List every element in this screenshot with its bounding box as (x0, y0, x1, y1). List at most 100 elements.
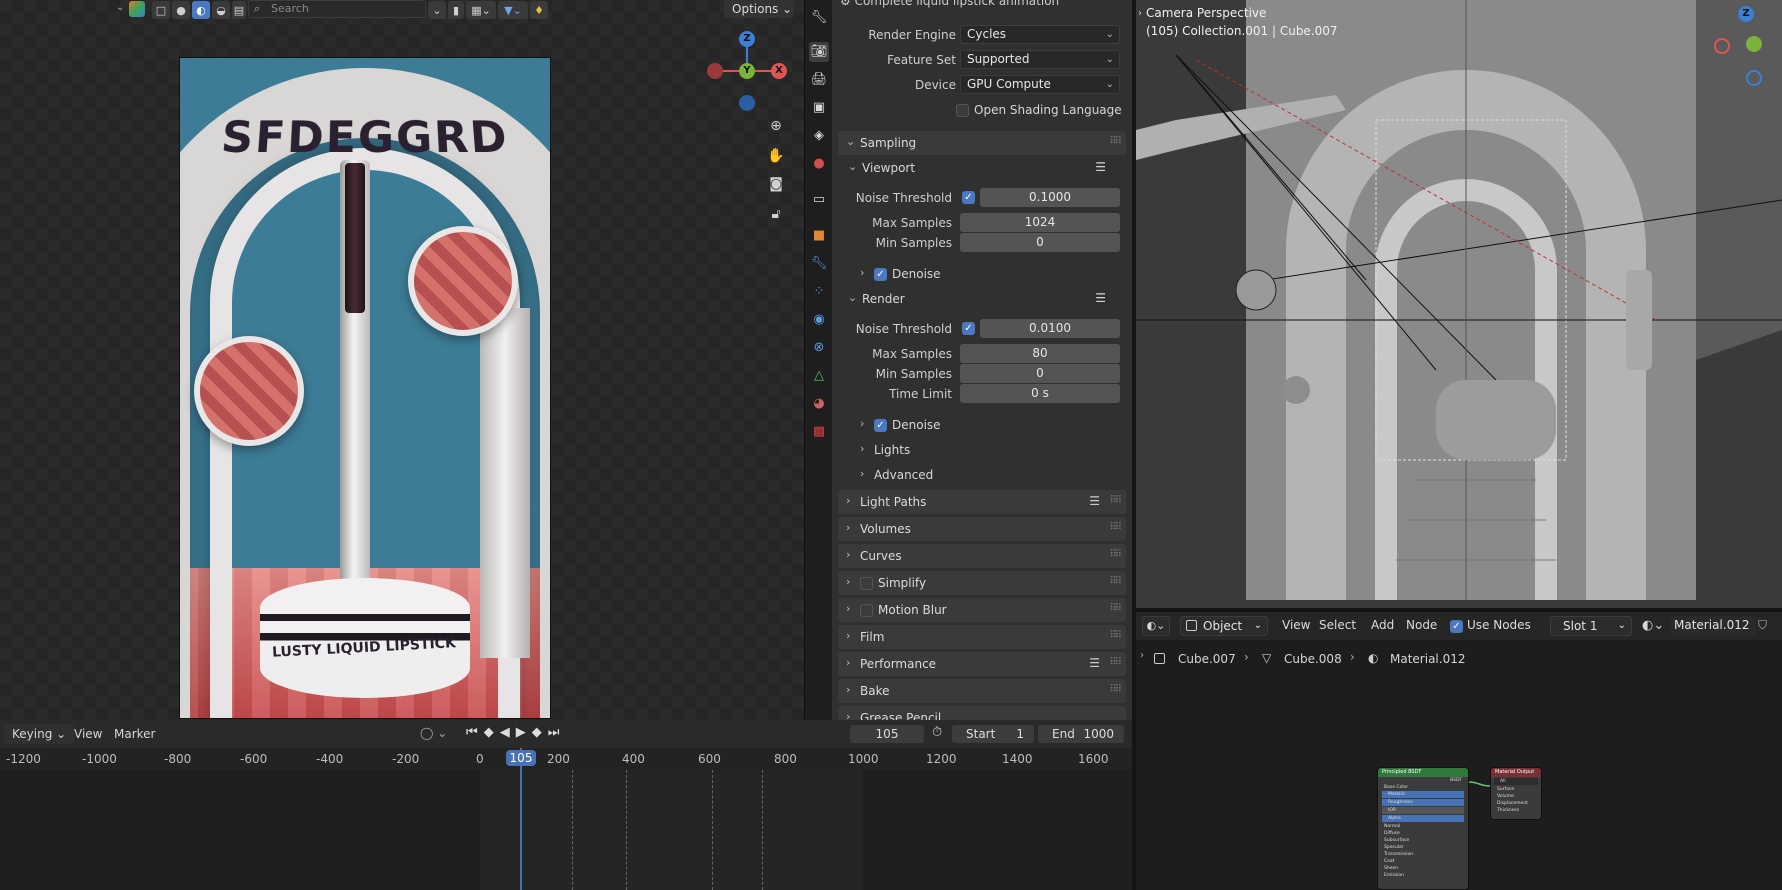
extra-icon[interactable]: ▤ (232, 1, 246, 19)
motion-blur-panel[interactable]: › Motion Blur ⠿⠿ (838, 598, 1126, 622)
node-panel[interactable]: Emission (1378, 872, 1468, 879)
chevron-right-icon[interactable]: › (1140, 650, 1144, 661)
viewport-subpanel-header[interactable]: ⌄ Viewport ☰ (838, 157, 1126, 179)
performance-panel[interactable]: › Performance ☰ ⠿⠿ (838, 652, 1126, 676)
editor-type-icon[interactable]: ◐⌄ (1142, 616, 1170, 636)
node-target-dropdown[interactable]: All (1494, 778, 1538, 785)
node-panel[interactable]: Transmission (1378, 851, 1468, 858)
node-panel[interactable]: Sheen (1378, 865, 1468, 872)
gizmo-neg-x-icon[interactable] (1714, 38, 1730, 54)
time-limit-field[interactable]: 0 s (960, 384, 1120, 403)
scene-tab-icon[interactable]: ◈ (809, 126, 829, 146)
drag-handle-icon[interactable]: ⠿⠿ (1109, 684, 1122, 695)
tool-tab-icon[interactable]: 🔧︎ (809, 8, 829, 28)
render-denoise-subpanel[interactable]: › ✓ Denoise (838, 414, 1126, 436)
lock-icon[interactable]: 🔓︎ (766, 204, 786, 224)
gizmo-y-icon[interactable]: Y (739, 63, 755, 79)
search-input[interactable]: Search (248, 0, 426, 18)
preset-list-icon[interactable]: ☰ (1095, 291, 1106, 305)
node-socket[interactable]: Volume (1491, 793, 1541, 800)
sampling-panel-header[interactable]: ⌄ Sampling ⠿⠿ (838, 131, 1126, 155)
render-subpanel-header[interactable]: ⌄ Render ☰ (838, 288, 1126, 310)
menu-view[interactable]: View (1282, 618, 1310, 632)
gizmo-neg-z-icon[interactable] (739, 95, 755, 111)
motion-blur-checkbox[interactable] (860, 604, 873, 617)
lights-subpanel[interactable]: › Lights (838, 439, 1126, 461)
material-name-field[interactable]: Material.012 (1670, 616, 1756, 636)
gizmo-neg-x-icon[interactable] (707, 63, 723, 79)
breadcrumb-mesh[interactable]: Cube.008 (1284, 652, 1342, 666)
node-socket[interactable]: Metallic (1382, 791, 1464, 798)
simplify-panel[interactable]: › Simplify ⠿⠿ (838, 571, 1126, 595)
simplify-checkbox[interactable] (860, 577, 873, 590)
use-nodes-checkbox[interactable]: ✓ (1450, 620, 1463, 633)
drag-handle-icon[interactable]: ⠿⠿ (1109, 549, 1122, 560)
volumes-panel[interactable]: › Volumes ⠿⠿ (838, 517, 1126, 541)
filter-dropdown-icon[interactable]: ⌄ (428, 1, 446, 19)
menu-node[interactable]: Node (1406, 618, 1437, 632)
preset-list-icon[interactable]: ☰ (1089, 656, 1100, 670)
denoise-checkbox[interactable]: ✓ (874, 268, 887, 281)
node-socket[interactable]: Displacement (1491, 800, 1541, 807)
gizmo-neg-z-icon[interactable] (1746, 70, 1762, 86)
output-tab-icon[interactable]: 🖨︎ (809, 70, 829, 90)
bake-panel[interactable]: › Bake ⠿⠿ (838, 679, 1126, 703)
collection-tab-icon[interactable]: ▭ (809, 190, 829, 210)
world-tab-icon[interactable]: ● (809, 154, 829, 174)
max-samples-field[interactable]: 1024 (960, 213, 1120, 232)
advanced-subpanel[interactable]: › Advanced (838, 464, 1126, 486)
end-frame-field[interactable]: End 1000 (1038, 725, 1124, 743)
noise-threshold-checkbox[interactable]: ✓ (962, 322, 975, 335)
noise-threshold-checkbox[interactable]: ✓ (962, 191, 975, 204)
view-layer-tab-icon[interactable]: ▣ (809, 98, 829, 118)
drag-handle-icon[interactable]: ⠿⠿ (1109, 630, 1122, 641)
node-socket[interactable]: Normal (1378, 823, 1468, 830)
drag-handle-icon[interactable]: ⠿⠿ (1109, 136, 1122, 147)
node-socket[interactable]: IOR (1382, 807, 1464, 814)
bookmark-icon[interactable]: ▮ (448, 1, 464, 19)
start-frame-field[interactable]: Start 1 (952, 725, 1034, 743)
solid-shading-icon[interactable]: ● (172, 1, 190, 19)
gizmo-toggle-icon[interactable] (129, 1, 145, 17)
drag-handle-icon[interactable]: ⠿⠿ (1109, 522, 1122, 533)
principled-bsdf-node[interactable]: Principled BSDF BSDF Base Color Metallic… (1377, 767, 1469, 890)
render-tab-icon[interactable]: 📷︎ (809, 42, 829, 62)
viewport-denoise-subpanel[interactable]: › ✓ Denoise (838, 263, 1126, 285)
3d-viewport[interactable]: Z (1136, 0, 1782, 610)
curves-panel[interactable]: › Curves ⠿⠿ (838, 544, 1126, 568)
gizmo-z-icon[interactable]: Z (1738, 6, 1754, 22)
collection-icon[interactable]: ▦⌄ (466, 1, 496, 19)
notification-icon[interactable]: ♦ (530, 1, 548, 19)
timeline-editor[interactable]: Keying ⌄ View Marker ◯ ⌄ ⏮◆◀▶◆⏭ 105 ⏱ St… (0, 720, 1132, 890)
zoom-icon[interactable]: ⊕ (766, 116, 786, 136)
playback-controls[interactable]: ⏮◆◀▶◆⏭ (466, 725, 565, 740)
render-engine-dropdown[interactable]: Cycles ⌄ (960, 25, 1120, 44)
drag-handle-icon[interactable]: ⠿⠿ (1109, 495, 1122, 506)
constraints-tab-icon[interactable]: ⊗ (809, 338, 829, 358)
menu-select[interactable]: Select (1319, 618, 1356, 632)
breadcrumb-object[interactable]: Cube.007 (1178, 652, 1236, 666)
noise-threshold-field[interactable]: 0.1000 (980, 188, 1120, 207)
gizmo-z-icon[interactable]: Z (739, 31, 755, 47)
node-panel[interactable]: Subsurface (1378, 837, 1468, 844)
drag-handle-icon[interactable]: ⠿⠿ (1109, 657, 1122, 668)
node-socket[interactable]: Surface (1491, 786, 1541, 793)
auto-keying-icon[interactable]: ◯ ⌄ (420, 726, 447, 740)
physics-tab-icon[interactable]: ◉ (809, 310, 829, 330)
material-browse-icon[interactable]: ◐⌄ (1642, 618, 1664, 633)
modifier-tab-icon[interactable]: 🔧︎ (809, 254, 829, 274)
min-samples-field[interactable]: 0 (960, 364, 1120, 383)
grease-pencil-panel[interactable]: › Grease Pencil (838, 706, 1126, 720)
timeline-view-menu[interactable]: View (74, 727, 102, 741)
gizmo-x-icon[interactable]: X (771, 63, 787, 79)
material-shading-icon[interactable]: ◐ (192, 1, 210, 19)
rendered-shading-icon[interactable]: ◒ (212, 1, 230, 19)
menu-add[interactable]: Add (1371, 618, 1394, 632)
max-samples-field[interactable]: 80 (960, 344, 1120, 363)
chevron-right-icon[interactable]: › (1138, 8, 1142, 19)
timeline-marker-menu[interactable]: Marker (114, 727, 155, 741)
object-tab-icon[interactable]: ■ (809, 226, 829, 246)
noise-threshold-field[interactable]: 0.0100 (980, 319, 1120, 338)
node-panel[interactable]: Specular (1378, 844, 1468, 851)
min-samples-field[interactable]: 0 (960, 233, 1120, 252)
